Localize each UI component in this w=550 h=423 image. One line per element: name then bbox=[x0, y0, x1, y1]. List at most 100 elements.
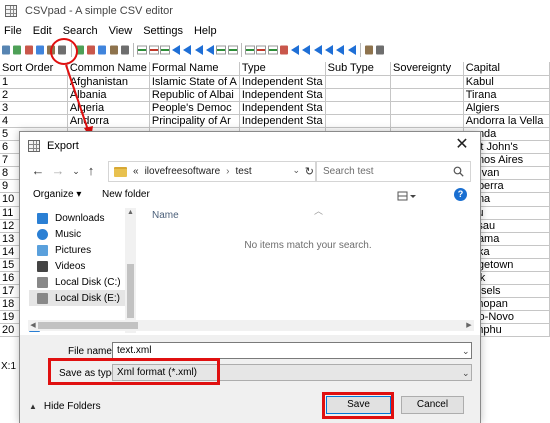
grid-column-header[interactable]: Sovereignty bbox=[390, 62, 464, 76]
add-col-icon[interactable] bbox=[244, 44, 255, 56]
scroll-left-icon[interactable]: ◀ bbox=[28, 320, 38, 331]
scroll-thumb[interactable] bbox=[127, 264, 134, 318]
move-first-icon[interactable] bbox=[171, 44, 181, 56]
settings-icon[interactable] bbox=[375, 44, 385, 56]
menu-help[interactable]: Help bbox=[189, 25, 223, 37]
new-folder-button[interactable]: New folder bbox=[102, 189, 150, 200]
add-row-icon[interactable] bbox=[137, 44, 148, 56]
scroll-up-icon[interactable]: ▲ bbox=[125, 208, 136, 218]
paste-icon[interactable] bbox=[109, 44, 119, 56]
move-down-2-icon[interactable] bbox=[347, 44, 357, 56]
save-as-icon[interactable] bbox=[35, 44, 45, 56]
move-up-icon[interactable] bbox=[301, 44, 311, 56]
table-cell[interactable]: Independent Sta bbox=[239, 114, 326, 128]
grid-column-header[interactable]: Type bbox=[239, 62, 326, 76]
table-cell[interactable]: Principality of Ar bbox=[149, 114, 240, 128]
table-cell[interactable]: 4 bbox=[0, 114, 68, 128]
delete-col-icon[interactable] bbox=[256, 44, 267, 56]
table-cell[interactable]: Albania bbox=[67, 88, 150, 102]
table-cell[interactable] bbox=[325, 75, 391, 89]
table-row[interactable]: 1 Afghanistan Islamic State of A Independen… bbox=[0, 75, 550, 89]
table-cell[interactable]: 2 bbox=[0, 88, 68, 102]
move-bottom-icon[interactable] bbox=[324, 44, 334, 56]
nav-scrollbar[interactable]: ▲ ▼ bbox=[125, 208, 136, 333]
table-cell[interactable]: Tirana bbox=[463, 88, 550, 102]
table-cell[interactable]: 1 bbox=[0, 75, 68, 89]
move-last-icon[interactable] bbox=[205, 44, 215, 56]
menu-search[interactable]: Search bbox=[58, 25, 104, 37]
nav-item-local-disk-c[interactable]: Local Disk (C:) bbox=[37, 274, 121, 290]
delete-row-icon[interactable] bbox=[148, 44, 159, 56]
grid-column-header[interactable]: Formal Name bbox=[149, 62, 240, 76]
table-cell[interactable]: Islamic State of A bbox=[149, 75, 240, 89]
copy-icon[interactable] bbox=[97, 44, 107, 56]
view-options-icon[interactable] bbox=[397, 190, 417, 202]
table-cell[interactable]: Republic of Albai bbox=[149, 88, 240, 102]
table-cell[interactable]: Algeria bbox=[67, 101, 150, 115]
table-cell[interactable] bbox=[390, 88, 464, 102]
table-cell[interactable]: Kabul bbox=[463, 75, 550, 89]
insert-col-icon[interactable] bbox=[267, 44, 278, 56]
up-arrow-icon[interactable]: ↑ bbox=[83, 163, 99, 179]
table-cell[interactable] bbox=[325, 114, 391, 128]
file-name-input[interactable]: text.xml bbox=[112, 342, 472, 359]
chevron-down-icon[interactable]: ⌄ bbox=[462, 368, 470, 379]
address-bar[interactable]: « ilovefreesoftware › test ⌄ ↻ bbox=[108, 161, 317, 182]
table-cell[interactable]: Andorra la Vella bbox=[463, 114, 550, 128]
move-top-icon[interactable] bbox=[290, 44, 300, 56]
table-row[interactable]: 4 Andorra Principality of Ar Independent St… bbox=[0, 114, 550, 128]
forward-arrow-icon[interactable]: → bbox=[50, 163, 66, 179]
move-up-2-icon[interactable] bbox=[335, 44, 345, 56]
hide-folders-toggle[interactable]: ▲ Hide Folders bbox=[29, 401, 101, 412]
close-icon[interactable]: ✕ bbox=[452, 135, 472, 155]
cut-icon[interactable] bbox=[120, 44, 130, 56]
search-icon[interactable] bbox=[364, 44, 374, 56]
organize-button[interactable]: Organize ▾ bbox=[33, 189, 81, 200]
scroll-right-icon[interactable]: ▶ bbox=[464, 320, 474, 331]
breadcrumb-ilovefreesoftware[interactable]: ilovefreesoftware bbox=[145, 166, 221, 177]
back-arrow-icon[interactable]: ← bbox=[30, 163, 46, 179]
table-cell[interactable]: Andorra bbox=[67, 114, 150, 128]
table-cell[interactable] bbox=[390, 75, 464, 89]
open-folder-icon[interactable] bbox=[12, 44, 22, 56]
nav-item-downloads[interactable]: Downloads bbox=[37, 210, 104, 226]
insert-col-left-icon[interactable] bbox=[216, 44, 227, 56]
table-cell[interactable]: Algiers bbox=[463, 101, 550, 115]
chevron-down-icon[interactable]: ⌄ bbox=[462, 346, 470, 357]
breadcrumb-overflow[interactable]: « bbox=[133, 166, 139, 177]
menu-file[interactable]: File bbox=[0, 25, 28, 37]
column-header-name[interactable]: Name bbox=[152, 210, 179, 221]
grid-column-header[interactable]: Sub Type bbox=[325, 62, 391, 76]
insert-col-right-icon[interactable] bbox=[227, 44, 238, 56]
grid-column-header[interactable]: Common Name bbox=[67, 62, 150, 76]
scroll-thumb[interactable] bbox=[38, 322, 138, 329]
new-file-icon[interactable] bbox=[1, 44, 11, 56]
chevron-down-icon[interactable]: ⌄ bbox=[292, 165, 300, 176]
table-cell[interactable]: People's Democ bbox=[149, 101, 240, 115]
nav-item-music[interactable]: Music bbox=[37, 226, 81, 242]
table-cell[interactable]: Independent Sta bbox=[239, 75, 326, 89]
menu-settings[interactable]: Settings bbox=[138, 25, 189, 37]
horizontal-scrollbar[interactable]: ◀ ▶ bbox=[28, 320, 474, 331]
redo-icon[interactable] bbox=[86, 44, 96, 56]
cancel-button[interactable]: Cancel bbox=[401, 396, 464, 414]
delete-icon[interactable] bbox=[279, 44, 289, 56]
search-input[interactable]: Search test bbox=[315, 161, 471, 182]
grid-column-header[interactable]: Sort Order bbox=[0, 62, 68, 76]
menu-view[interactable]: View bbox=[104, 25, 139, 37]
table-cell[interactable] bbox=[390, 101, 464, 115]
refresh-icon[interactable]: ↻ bbox=[305, 165, 314, 178]
nav-item-videos[interactable]: Videos bbox=[37, 258, 85, 274]
breadcrumb-test[interactable]: test bbox=[236, 166, 252, 177]
save-icon[interactable] bbox=[24, 44, 34, 56]
table-cell[interactable]: Independent Sta bbox=[239, 101, 326, 115]
table-row[interactable]: 2 Albania Republic of Albai Independent Sta… bbox=[0, 88, 550, 102]
move-left-icon[interactable] bbox=[182, 44, 192, 56]
menu-edit[interactable]: Edit bbox=[28, 25, 58, 37]
grid-column-header[interactable]: Capital bbox=[463, 62, 550, 76]
move-down-icon[interactable] bbox=[313, 44, 323, 56]
table-cell[interactable] bbox=[325, 88, 391, 102]
help-icon[interactable]: ? bbox=[454, 188, 467, 201]
table-row[interactable]: 3 Algeria People's Democ Independent Sta Alg… bbox=[0, 101, 550, 115]
table-cell[interactable]: 3 bbox=[0, 101, 68, 115]
